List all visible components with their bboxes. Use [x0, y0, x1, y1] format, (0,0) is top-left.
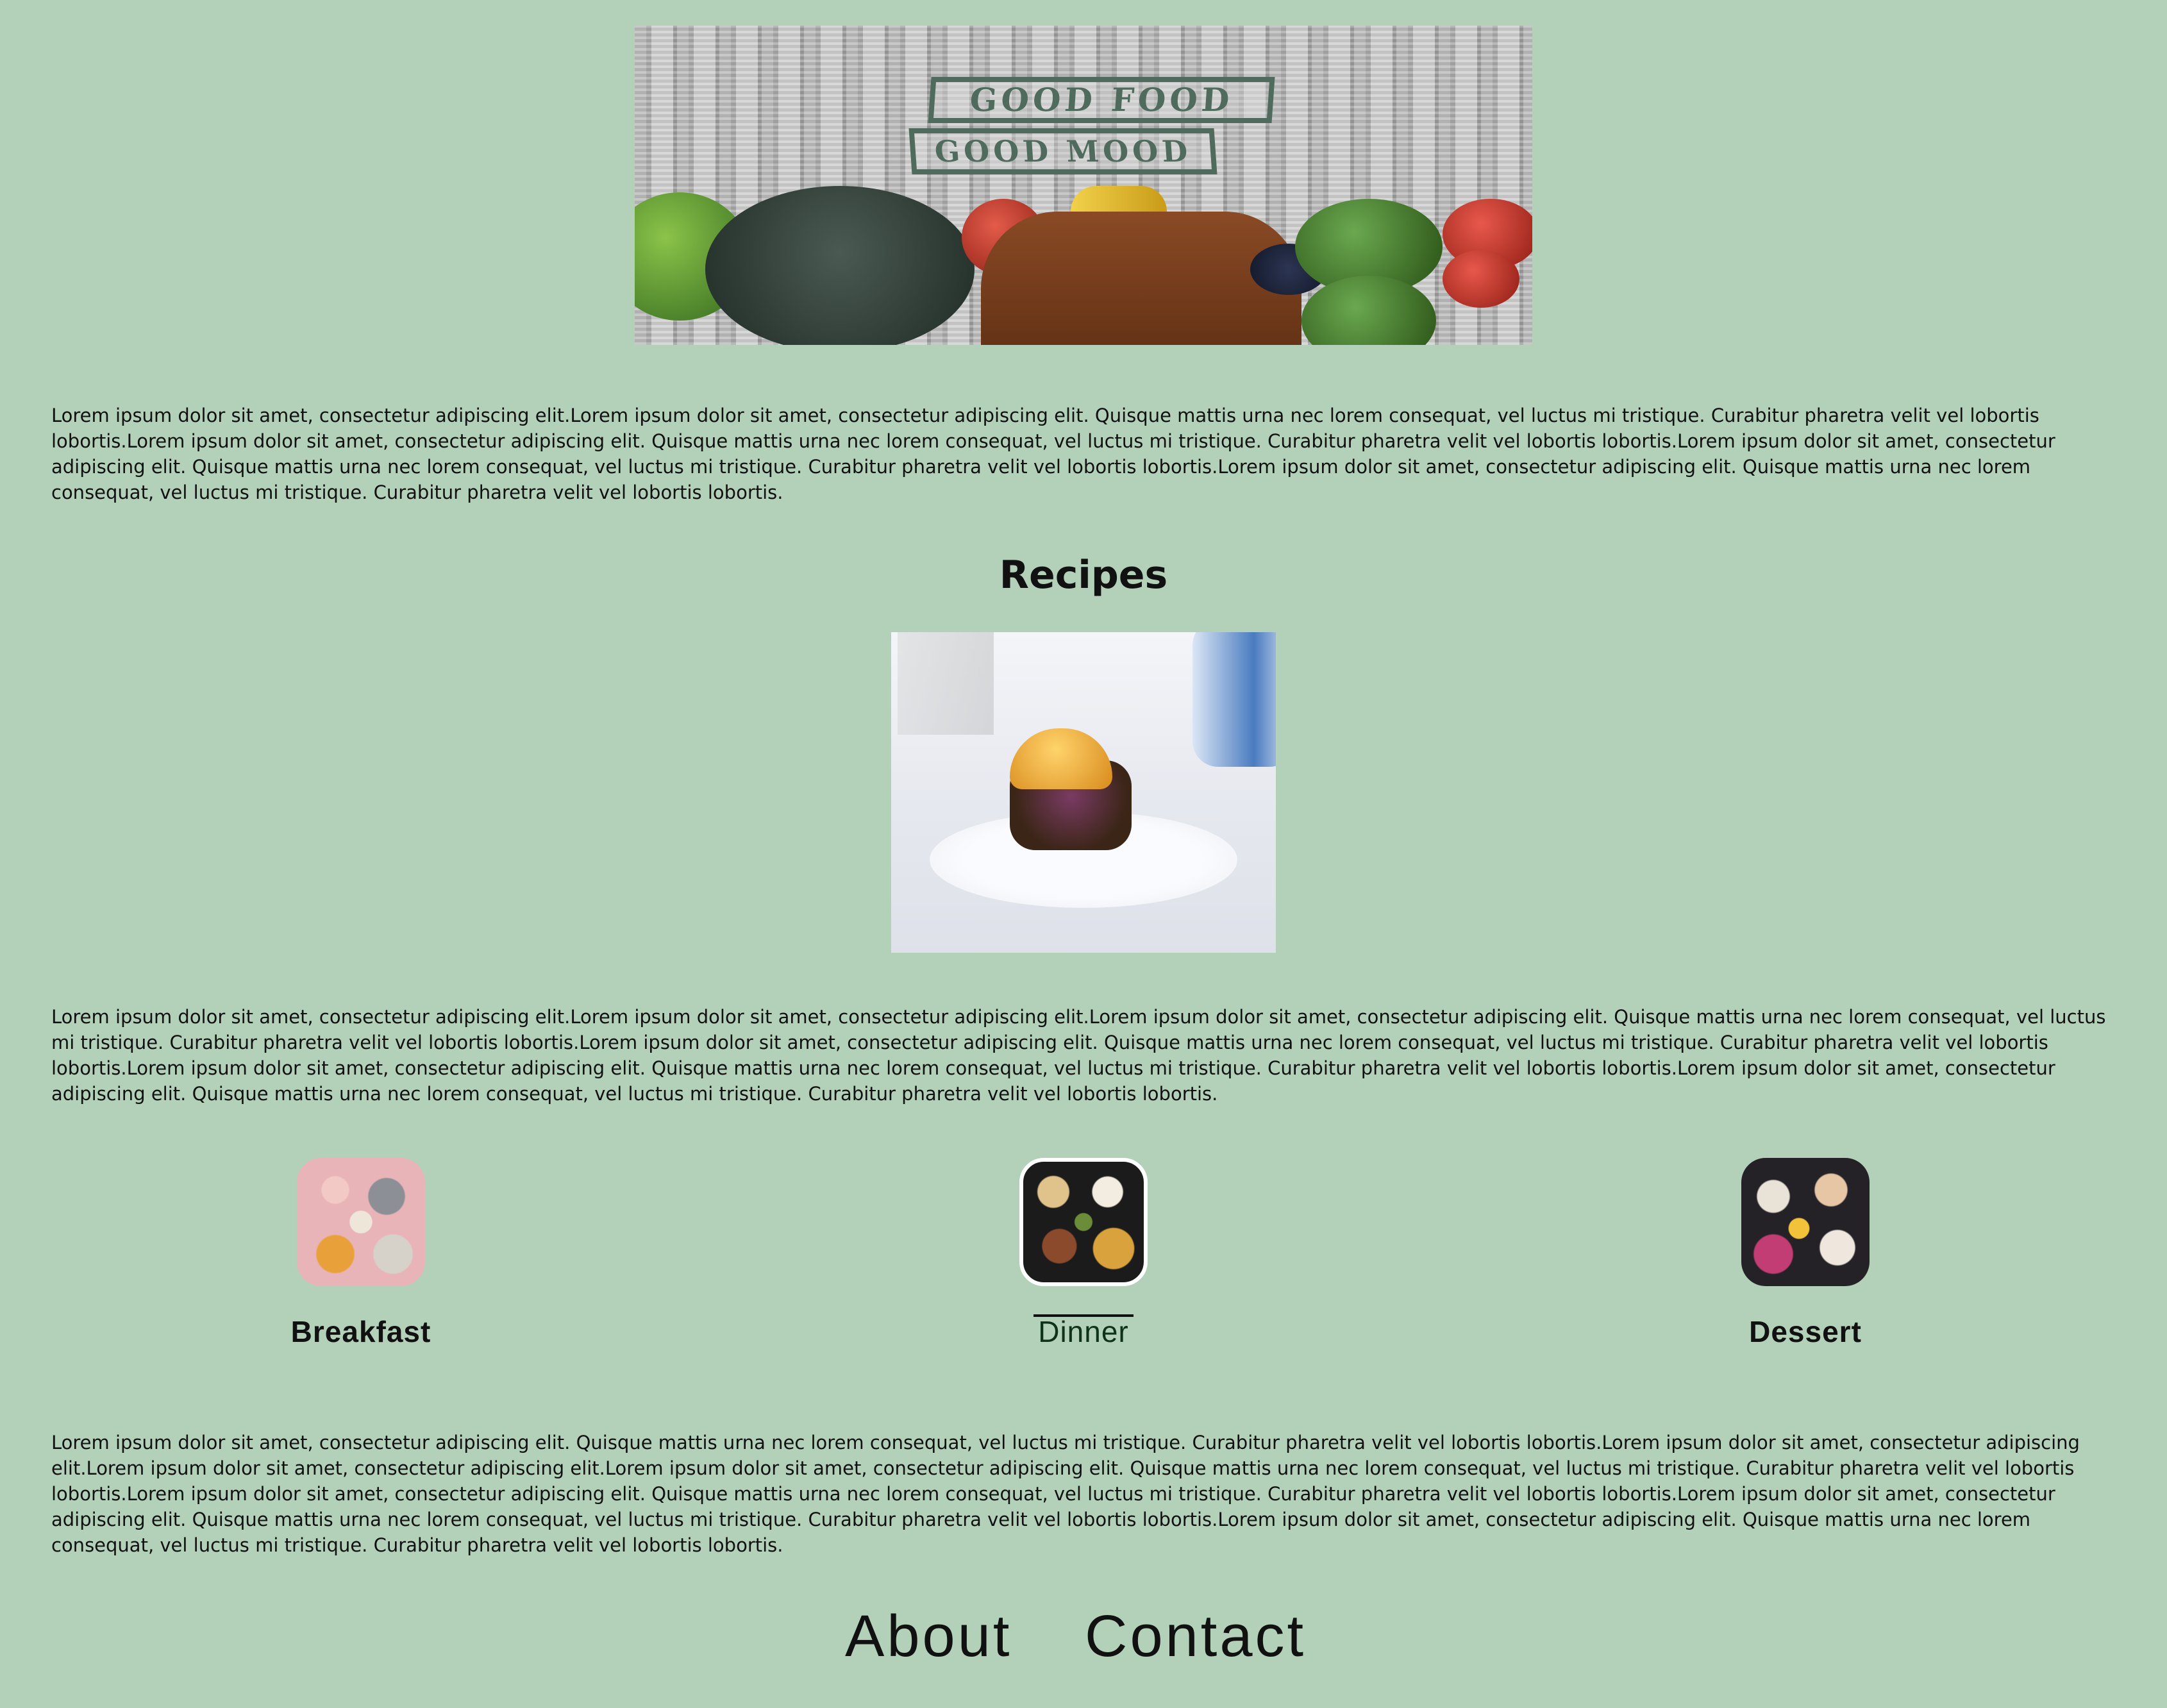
bottom-paragraph: Lorem ipsum dolor sit amet, consectetur … [51, 1432, 2080, 1556]
dessert-image[interactable] [1741, 1158, 1870, 1286]
category-breakfast-label[interactable]: Breakfast [233, 1314, 489, 1349]
active-category-underline [1033, 1314, 1134, 1317]
glass-image [898, 632, 994, 735]
mortar-image [705, 186, 975, 345]
recipes-heading: Recipes [999, 553, 1168, 598]
burger-image [891, 632, 1276, 953]
intro-paragraph: Lorem ipsum dolor sit amet, consectetur … [51, 405, 2055, 503]
red-tomato-image-2 [1443, 250, 1519, 308]
burger-bun [1010, 728, 1112, 789]
nav-about-link[interactable]: About [845, 1603, 1012, 1673]
nav-contact-link[interactable]: Contact [1085, 1603, 1306, 1673]
category-dinner-label[interactable]: Dinner [955, 1314, 1212, 1349]
banner-title-line1: GOOD FOOD [928, 77, 1275, 123]
hero-banner: GOOD FOOD GOOD MOOD [635, 26, 1532, 345]
recipes-paragraph: Lorem ipsum dolor sit amet, consectetur … [51, 1006, 2106, 1105]
dinner-image[interactable] [1019, 1158, 1148, 1286]
category-dessert-label[interactable]: Dessert [1677, 1314, 1934, 1349]
breakfast-image[interactable] [297, 1158, 425, 1286]
banner-title-line2: GOOD MOOD [908, 128, 1217, 174]
bowl-image [1192, 632, 1276, 767]
